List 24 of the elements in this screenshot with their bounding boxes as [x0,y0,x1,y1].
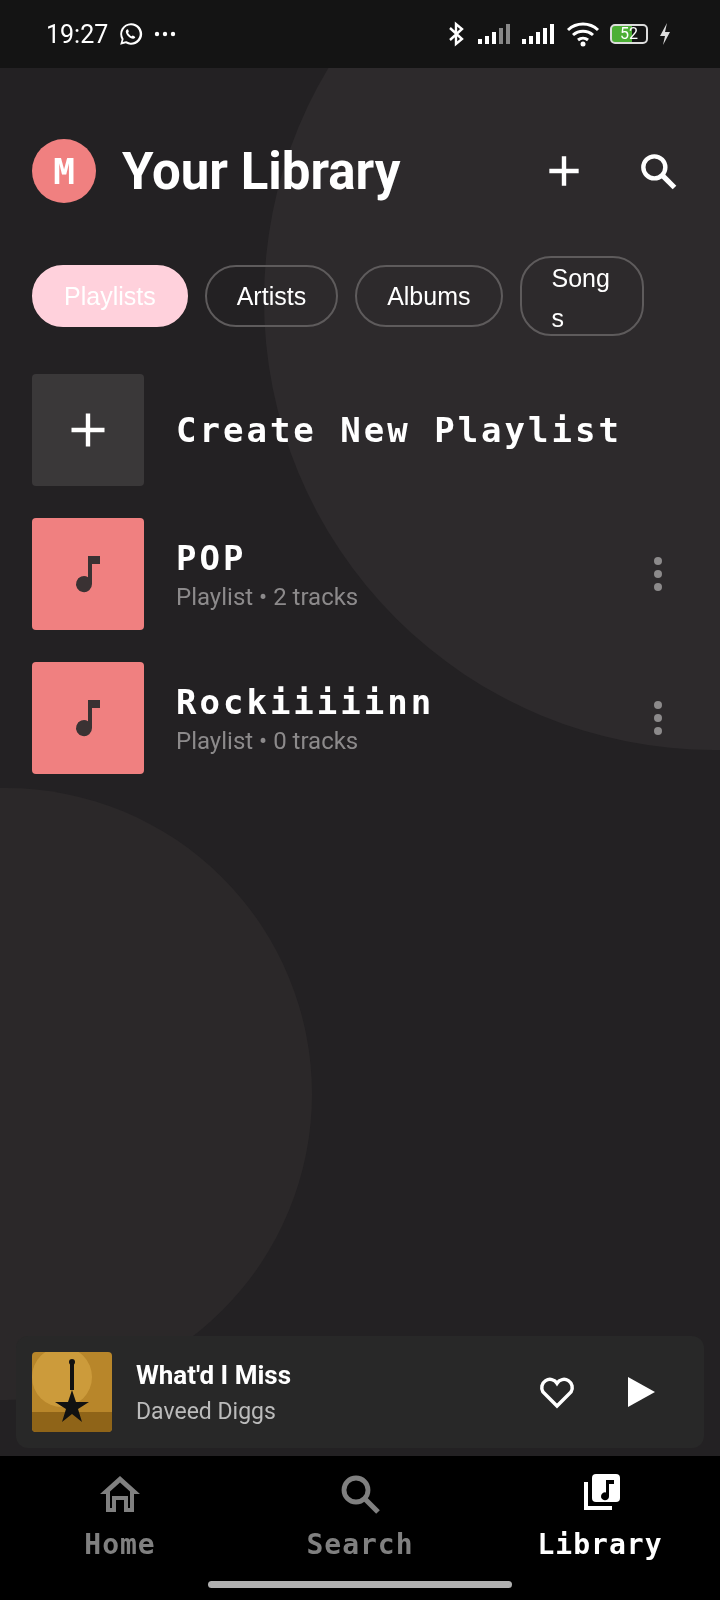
nav-tab[interactable]: Search [240,1456,480,1600]
playlist-subtitle: Playlist • 2 tracks [176,583,360,611]
more-icon[interactable] [652,556,664,592]
signal-icon [522,23,556,45]
signal-icon [478,23,512,45]
create-tile[interactable] [32,374,144,486]
nav-tab[interactable]: Home [0,1456,240,1600]
playlist-name[interactable]: POP [176,537,620,579]
playlist-subtitle: Playlist • 0 tracks [176,727,360,755]
filter-chip[interactable]: Albums [355,265,503,327]
playlist-name[interactable]: Rockiiiiinn [176,681,620,723]
create-playlist-label[interactable]: Create New Playlist [176,409,622,451]
filter-chip[interactable]: Songs [519,256,644,336]
more-icon[interactable] [652,700,664,736]
mini-player[interactable]: What'd I Miss Daveed Diggs [16,1336,704,1448]
filter-chip[interactable]: Artists [204,265,339,327]
track-artist: Daveed Diggs [136,1397,277,1425]
page-title: Your Library [122,141,402,201]
chat-icon [118,21,145,47]
charging-icon [658,22,672,46]
more-icon [154,31,177,37]
status-time: 19:27 [46,19,109,49]
track-title: What'd I Miss [136,1359,292,1390]
wifi-icon [566,21,600,47]
